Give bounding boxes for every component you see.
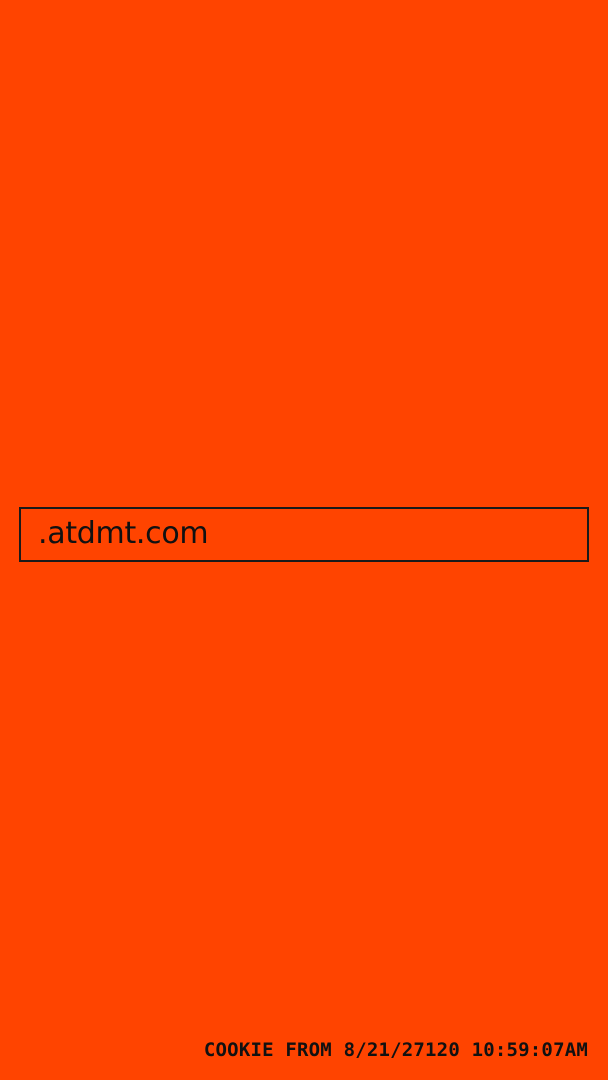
cookie-domain-text: .atdmt.com: [38, 515, 209, 551]
cookie-timestamp-footer: COOKIE FROM 8/21/27120 10:59:07AM: [203, 1039, 588, 1061]
cookie-screen: { "screen": { "background_color": "#ff44…: [0, 0, 608, 1080]
cookie-domain-box: .atdmt.com: [19, 507, 589, 562]
